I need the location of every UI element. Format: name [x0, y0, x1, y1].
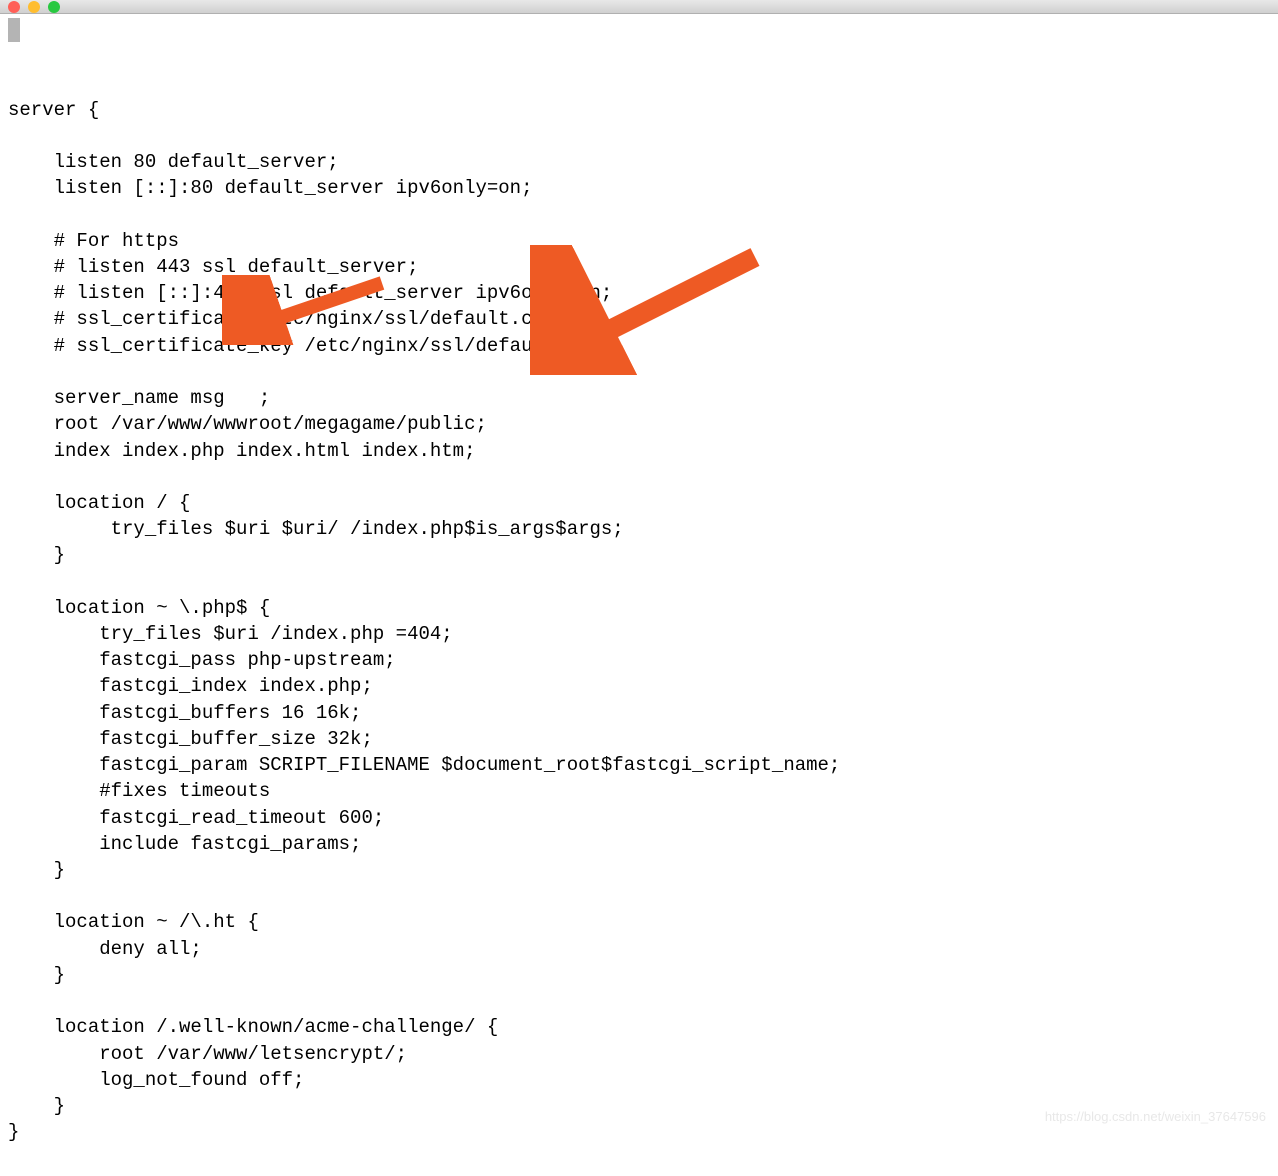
code-line: fastcgi_buffers 16 16k;	[8, 702, 361, 724]
code-line: fastcgi_read_timeout 600;	[8, 807, 384, 829]
code-line: fastcgi_index index.php;	[8, 675, 373, 697]
code-line: root /var/www/wwwroot/megagame/public;	[8, 413, 487, 435]
code-line: }	[8, 1121, 19, 1143]
code-line: root /var/www/letsencrypt/;	[8, 1043, 407, 1065]
code-line: location / {	[8, 492, 190, 514]
code-line: location ~ \.php$ {	[8, 597, 270, 619]
code-line: location ~ /\.ht {	[8, 911, 259, 933]
code-line: server_name msg ;	[8, 387, 270, 409]
code-line: location /.well-known/acme-challenge/ {	[8, 1016, 498, 1038]
code-line: try_files $uri /index.php =404;	[8, 623, 453, 645]
code-line: try_files $uri $uri/ /index.php$is_args$…	[8, 518, 624, 540]
code-line: fastcgi_buffer_size 32k;	[8, 728, 373, 750]
close-window-button[interactable]	[8, 1, 20, 13]
code-line: }	[8, 964, 65, 986]
code-line: log_not_found off;	[8, 1069, 304, 1091]
watermark-text: https://blog.csdn.net/weixin_37647596	[1045, 1108, 1266, 1126]
maximize-window-button[interactable]	[48, 1, 60, 13]
code-line: fastcgi_param SCRIPT_FILENAME $document_…	[8, 754, 840, 776]
code-line: listen 80 default_server;	[8, 151, 339, 173]
minimize-window-button[interactable]	[28, 1, 40, 13]
code-line: server {	[8, 99, 99, 121]
code-editor[interactable]: server { listen 80 default_server; liste…	[0, 14, 1278, 1176]
code-line: #fixes timeouts	[8, 780, 270, 802]
window-titlebar	[0, 0, 1278, 14]
cursor-highlight	[8, 18, 20, 42]
code-line: include fastcgi_params;	[8, 833, 361, 855]
code-line: deny all;	[8, 938, 202, 960]
code-line: fastcgi_pass php-upstream;	[8, 649, 396, 671]
code-line: listen [::]:80 default_server ipv6only=o…	[8, 177, 533, 199]
code-line: index index.php index.html index.htm;	[8, 440, 475, 462]
annotation-arrow-2	[530, 245, 770, 375]
code-line: }	[8, 544, 65, 566]
code-line: }	[8, 859, 65, 881]
annotation-arrow-1	[222, 275, 392, 345]
code-line: }	[8, 1095, 65, 1117]
code-line: # For https	[8, 230, 179, 252]
